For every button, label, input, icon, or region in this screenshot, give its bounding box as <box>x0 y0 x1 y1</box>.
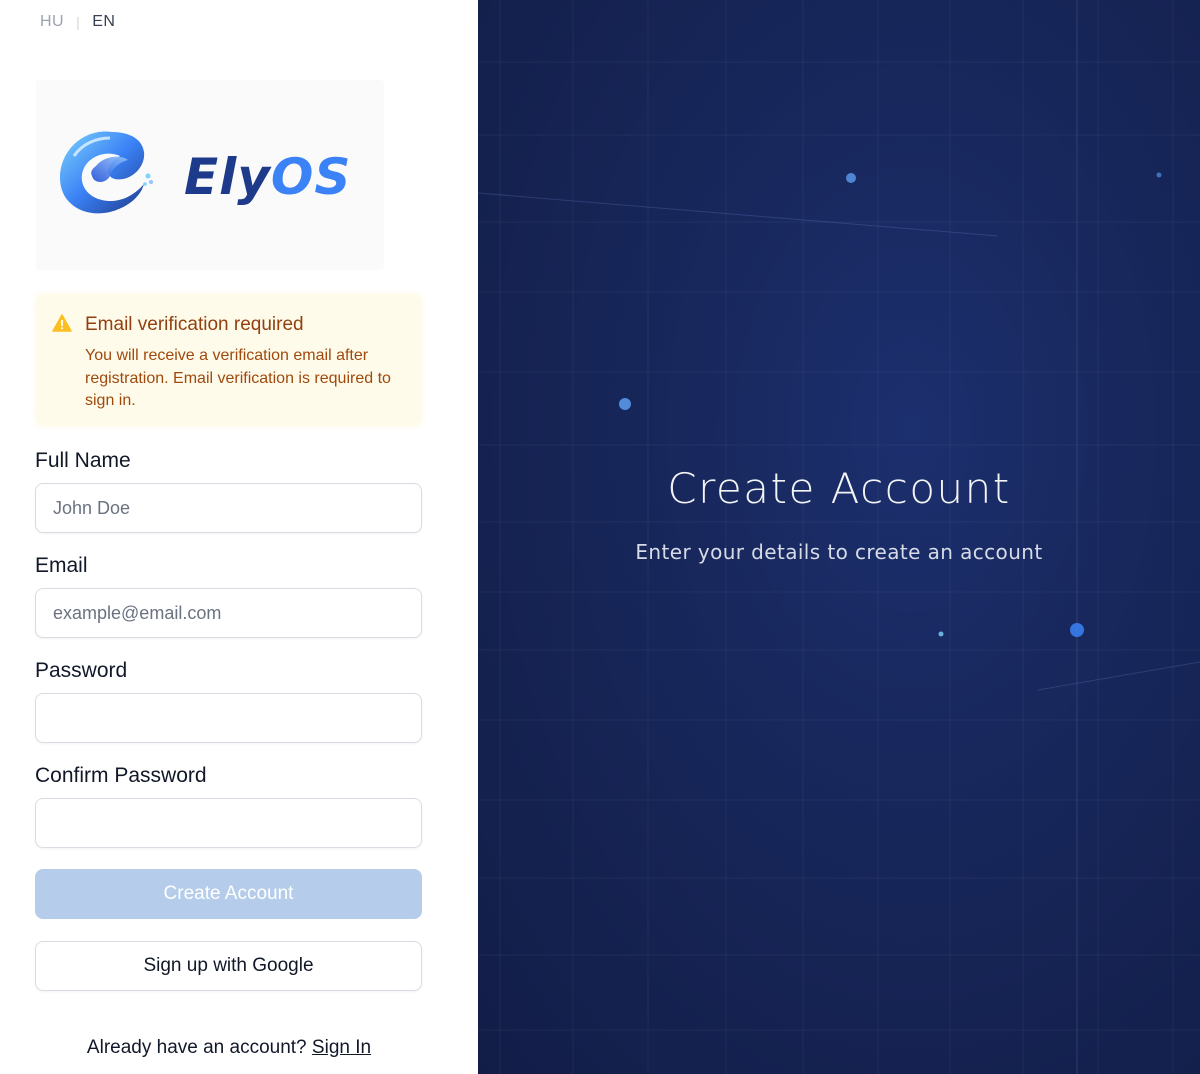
full-name-field-wrapper <box>35 483 422 533</box>
hero-background-grid <box>478 0 1200 1074</box>
confirm-password-field-wrapper <box>35 798 422 848</box>
brand-name-part2: OS <box>270 148 352 206</box>
brand-name-part1: Ely <box>184 148 271 206</box>
alert-title: Email verification required <box>85 314 304 335</box>
confirm-password-label: Confirm Password <box>35 764 207 787</box>
password-input[interactable] <box>36 694 421 742</box>
signin-prompt-row: Already have an account? Sign In <box>0 1037 458 1059</box>
email-field-wrapper <box>35 588 422 638</box>
password-field-wrapper <box>35 693 422 743</box>
hero-panel: Create Account Enter your details to cre… <box>478 0 1200 1074</box>
language-en[interactable]: EN <box>92 13 115 31</box>
language-separator: | <box>76 14 81 30</box>
signin-link[interactable]: Sign In <box>312 1037 371 1058</box>
hero-title: Create Account <box>667 464 1011 513</box>
warning-icon <box>52 314 72 332</box>
verification-alert: Email verification required You will rec… <box>36 294 422 426</box>
brand-wordmark: ElyOS <box>184 148 351 206</box>
confirm-password-input[interactable] <box>36 799 421 847</box>
google-signup-button[interactable]: Sign up with Google <box>35 941 422 991</box>
full-name-label: Full Name <box>35 449 131 472</box>
email-label: Email <box>35 554 88 577</box>
elyos-logo-icon <box>60 131 153 214</box>
alert-body: You will receive a verification email af… <box>85 347 391 409</box>
language-switcher: HU | EN <box>40 13 115 31</box>
hero-subtitle: Enter your details to create an account <box>635 540 1043 564</box>
language-hu[interactable]: HU <box>40 13 64 31</box>
create-account-button[interactable]: Create Account <box>35 869 422 919</box>
auth-form-panel: HU | EN ElyOS Email verification require… <box>0 0 478 1074</box>
email-input[interactable] <box>36 589 421 637</box>
password-label: Password <box>35 659 128 682</box>
signin-prompt-text: Already have an account? <box>86 1037 307 1058</box>
brand-logo: ElyOS <box>36 80 384 270</box>
full-name-input[interactable] <box>36 484 421 532</box>
